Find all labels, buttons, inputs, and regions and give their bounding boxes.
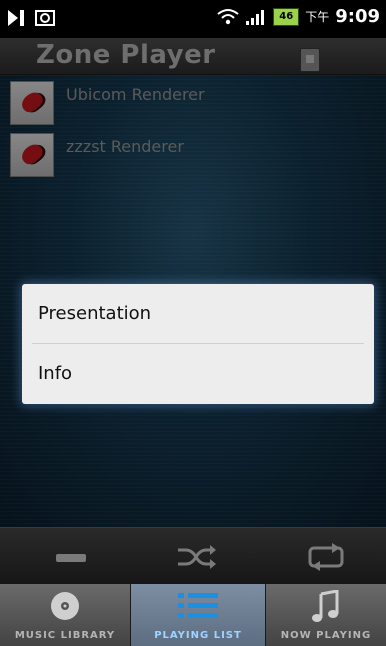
tab-now-playing[interactable]: NOW PLAYING <box>266 584 386 646</box>
menu-item-info[interactable]: Info <box>22 344 374 403</box>
screenshot-icon <box>35 10 55 26</box>
status-bar: 46 下午 9:09 <box>0 0 386 38</box>
device-icon[interactable] <box>300 48 320 72</box>
wifi-icon <box>217 8 239 24</box>
play-pause-icon <box>8 10 24 26</box>
ampm-label: 下午 <box>305 10 330 24</box>
battery-icon: 46 <box>273 7 300 26</box>
vinyl-disc-icon <box>0 590 130 622</box>
tab-label: NOW PLAYING <box>280 630 372 641</box>
list-icon <box>131 590 265 622</box>
tab-music-library[interactable]: MUSIC LIBRARY <box>0 584 131 646</box>
tab-label: PLAYING LIST <box>154 630 242 641</box>
status-left <box>6 8 56 28</box>
page-title: Zone Player <box>36 40 216 70</box>
tab-playing-list[interactable]: PLAYING LIST <box>131 584 266 646</box>
clock: 9:09 <box>335 6 380 27</box>
repeat-icon[interactable] <box>306 542 346 572</box>
playback-controls <box>0 527 386 585</box>
bottom-tab-bar: MUSIC LIBRARY PLAYING LIST NOW PLAYING <box>0 584 386 646</box>
context-menu-dialog: Presentation Info <box>22 284 374 404</box>
status-right: 46 下午 9:09 <box>217 6 380 27</box>
minus-icon[interactable] <box>52 542 92 572</box>
shuffle-icon[interactable] <box>176 542 216 572</box>
music-note-icon <box>266 590 386 624</box>
menu-item-presentation[interactable]: Presentation <box>22 284 374 343</box>
title-bar: Zone Player <box>0 38 386 75</box>
tab-label: MUSIC LIBRARY <box>14 630 116 641</box>
signal-icon <box>246 9 265 25</box>
